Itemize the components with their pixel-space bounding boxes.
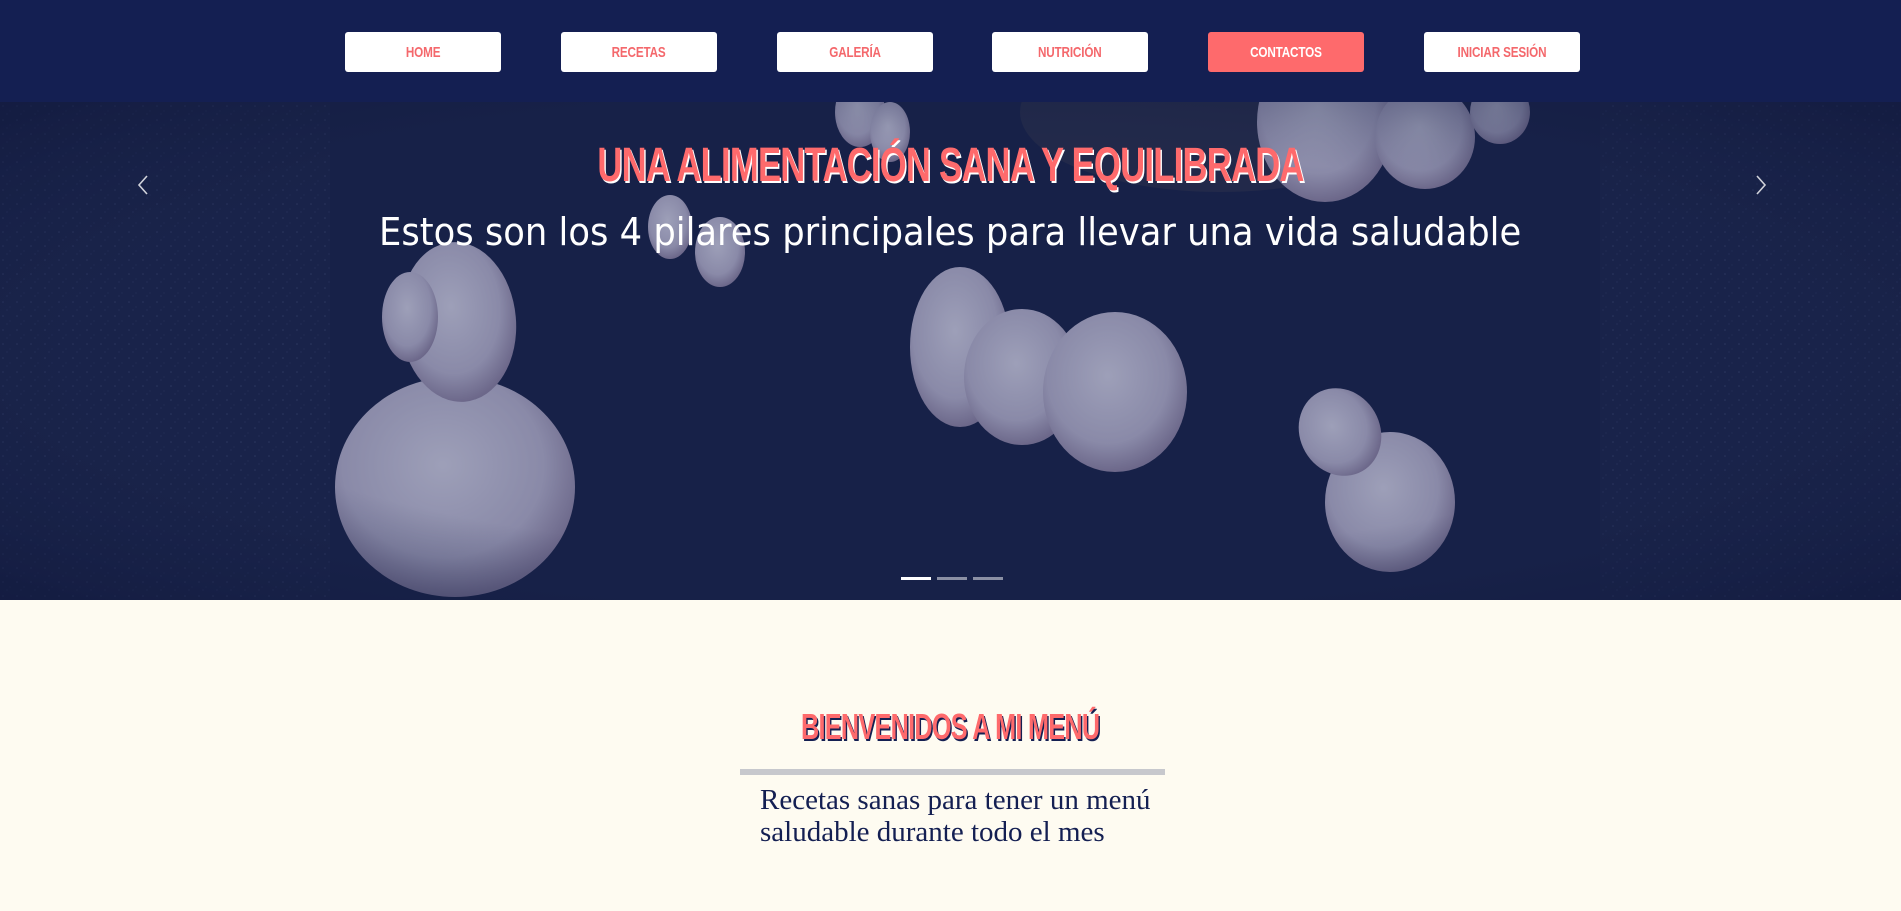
carousel-indicator-2[interactable]	[937, 577, 967, 580]
nav-galeria-button[interactable]: GALERÍA	[777, 32, 933, 72]
carousel-previous-button[interactable]	[131, 168, 155, 202]
hero-carousel: UNA ALIMENTACIÓN SANA Y EQUILIBRADA Esto…	[0, 102, 1901, 600]
chevron-right-icon	[1756, 175, 1767, 195]
carousel-indicators	[901, 577, 1003, 580]
carousel-indicator-3[interactable]	[973, 577, 1003, 580]
welcome-title: BIENVENIDOS A MI MENÚ	[801, 706, 1100, 747]
welcome-text-line-2: saludable durante todo el mes	[760, 816, 1105, 848]
nav-iniciar-sesion-button[interactable]: INICIAR SESIÓN	[1424, 32, 1580, 72]
nav-contactos-button[interactable]: CONTACTOS	[1208, 32, 1364, 72]
carousel-next-button[interactable]	[1749, 168, 1773, 202]
hero-title: UNA ALIMENTACIÓN SANA Y EQUILIBRADA	[597, 139, 1304, 192]
welcome-description: Recetas sanas para tener un menú saludab…	[760, 784, 1180, 848]
chevron-left-icon	[137, 175, 148, 195]
welcome-divider	[740, 769, 1165, 775]
welcome-text-line-1: Recetas sanas para tener un menú	[760, 784, 1151, 816]
nav-home-button[interactable]: HOME	[345, 32, 501, 72]
carousel-indicator-1[interactable]	[901, 577, 931, 580]
hero-subtitle: Estos son los 4 pilares principales para…	[379, 210, 1522, 254]
nav-recetas-button[interactable]: RECETAS	[561, 32, 717, 72]
top-navigation-bar: HOME RECETAS GALERÍA NUTRICIÓN CONTACTOS…	[0, 0, 1901, 102]
nav-nutricion-button[interactable]: NUTRICIÓN	[992, 32, 1148, 72]
